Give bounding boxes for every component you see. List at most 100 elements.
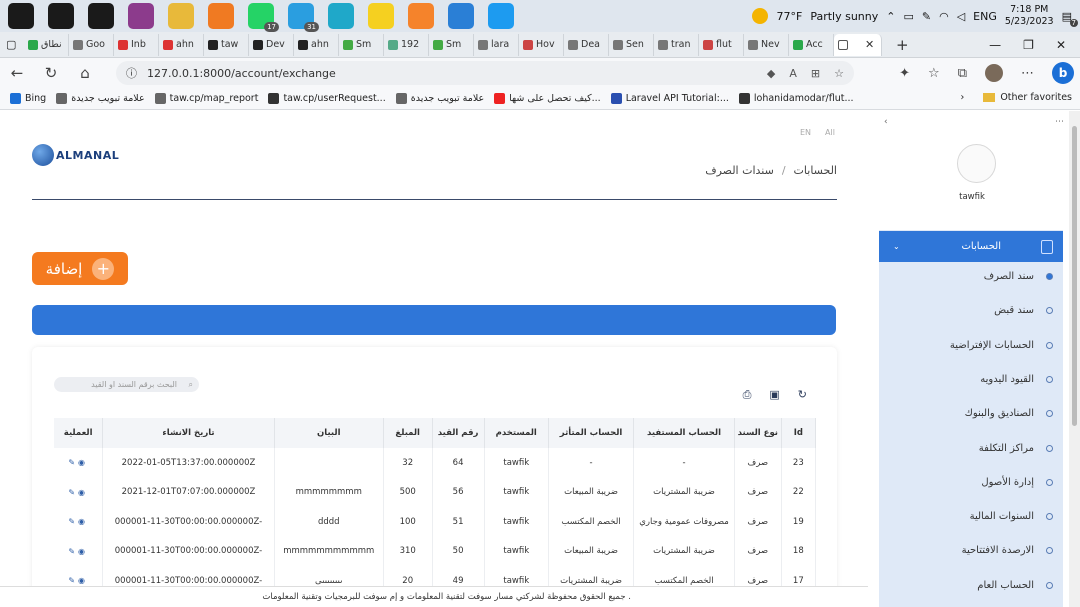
browser-tab[interactable]: flut	[699, 33, 744, 56]
add-button[interactable]: إضافة +	[32, 252, 128, 285]
collapse-sidebar-icon[interactable]: ‹	[884, 117, 888, 127]
lang-en-link[interactable]: EN	[800, 128, 811, 137]
apps-icon[interactable]: ⊞	[811, 67, 820, 80]
bookmark-item[interactable]: taw.cp/map_report	[154, 93, 258, 104]
close-icon[interactable]: ✕	[865, 38, 874, 51]
maximize-button[interactable]: ❐	[1023, 38, 1034, 52]
edit-icon[interactable]: ✎	[68, 517, 78, 526]
wifi-icon[interactable]: ◠	[939, 10, 949, 23]
table-row[interactable]: ✎◉ 000001-11-30T00:00:00.000000Z-dddd 100 5…	[54, 507, 817, 537]
column-header[interactable]: الحساب المتأثر	[548, 418, 635, 448]
sidebar-item[interactable]: الصناديق والبنوك	[893, 408, 1053, 419]
more-menu-icon[interactable]: ⋯	[1021, 66, 1034, 81]
refresh-icon[interactable]: ↻	[798, 388, 807, 402]
browser-tab[interactable]: taw	[204, 33, 249, 56]
column-header[interactable]: Id	[781, 418, 817, 448]
column-header[interactable]: رقم القيد	[432, 418, 485, 448]
edit-icon[interactable]: ✎	[68, 458, 78, 467]
browser-tab[interactable]: Sm	[429, 33, 474, 56]
browser-tab[interactable]: ahn	[159, 33, 204, 56]
sidebar-item[interactable]: السنوات المالية	[893, 511, 1053, 522]
browser-tab[interactable]: lara	[474, 33, 519, 56]
view-icon[interactable]: ◉	[78, 488, 88, 497]
tab-active[interactable]: ✕	[834, 33, 882, 56]
edit-icon[interactable]: ✎	[68, 488, 78, 497]
view-icon[interactable]: ◉	[78, 547, 88, 556]
tag-icon[interactable]: ◆	[767, 67, 775, 80]
page-scrollbar[interactable]	[1069, 111, 1080, 607]
info-icon[interactable]: ⓘ	[126, 65, 137, 81]
pen-icon[interactable]: ✎	[922, 10, 931, 23]
new-tab-button[interactable]: +	[896, 36, 909, 54]
browser-tab[interactable]: Dea	[564, 33, 609, 56]
table-row[interactable]: ✎◉ 2021-12-01T07:07:00.000000Z mmmmmmmm 500…	[54, 477, 817, 507]
favorite-star-icon[interactable]: ☆	[834, 67, 844, 80]
print-icon[interactable]: ⎙	[743, 388, 752, 402]
browser-tab[interactable]: 192	[384, 33, 429, 56]
sidebar-item[interactable]: الارصدة الافتتاحية	[893, 545, 1053, 556]
chevron-right-icon[interactable]: ›	[961, 92, 965, 103]
whatsapp-icon[interactable]: 17	[248, 3, 279, 32]
browser-tab[interactable]: نطاق	[24, 33, 69, 56]
weather-desc[interactable]: Partly sunny	[810, 10, 878, 23]
browser-tab[interactable]: tran	[654, 33, 699, 56]
bookmark-item[interactable]: Laravel API Tutorial:...	[610, 93, 729, 104]
edit-icon[interactable]: ✎	[68, 547, 78, 556]
bookmark-item[interactable]: كيف تحصل على شها...	[494, 93, 601, 104]
back-button[interactable]: ←	[0, 64, 34, 82]
vscode-icon[interactable]	[448, 3, 474, 29]
url-text[interactable]: 127.0.0.1:8000/account/exchange	[147, 67, 336, 80]
browser-tab[interactable]: ahn	[294, 33, 339, 56]
sidebar-item[interactable]: سند الصرف	[893, 271, 1053, 282]
browser-tab[interactable]: Nev	[744, 33, 789, 56]
table-row[interactable]: ✎◉ 2022-01-05T13:37:00.000000Z 32 64 tawfik -…	[54, 448, 817, 478]
column-header[interactable]: الحساب المستفيد	[633, 418, 735, 448]
task-view-icon[interactable]	[88, 3, 114, 29]
lang-all-link[interactable]: All	[825, 128, 835, 137]
view-icon[interactable]: ◉	[78, 576, 88, 585]
browser-tab[interactable]: Hov	[519, 33, 564, 56]
language-indicator[interactable]: ENG	[973, 10, 997, 23]
company-logo[interactable]: ALMANAL	[32, 144, 119, 166]
sidebar-item[interactable]: مراكز التكلفة	[893, 443, 1053, 454]
column-header[interactable]: العملية	[54, 418, 104, 448]
browser-tab[interactable]: Sm	[339, 33, 384, 56]
bing-chat-button[interactable]: b	[1052, 62, 1074, 84]
profile-avatar[interactable]	[985, 64, 1003, 82]
sidebar-item[interactable]: القيود اليدويه	[893, 374, 1053, 385]
tab-actions-icon[interactable]: ▢	[6, 38, 24, 51]
avatar[interactable]	[957, 144, 996, 183]
address-bar[interactable]: ⓘ 127.0.0.1:8000/account/exchange ◆ A ⊞ …	[116, 61, 854, 85]
weather-icon[interactable]	[752, 8, 769, 24]
bookmark-item[interactable]: lohanidamodar/flut...	[738, 93, 854, 104]
bookmark-item[interactable]: taw.cp/userRequest...	[268, 93, 386, 104]
scrollbar-thumb[interactable]	[1072, 126, 1077, 426]
window-close-button[interactable]: ✕	[1056, 38, 1066, 52]
bookmark-item[interactable]: Bing	[10, 93, 46, 104]
read-aloud-icon[interactable]: A	[789, 67, 797, 80]
search-input[interactable]: البحث برقم السند او القيد ⌕	[54, 377, 199, 392]
column-header[interactable]: المستخدم	[484, 418, 549, 448]
browser-tab[interactable]: Dev	[249, 33, 294, 56]
refresh-button[interactable]: ↻	[34, 64, 68, 82]
browser-tab[interactable]: Sen	[609, 33, 654, 56]
breadcrumb-root[interactable]: الحسابات	[794, 164, 837, 177]
column-header[interactable]: تاريخ الانشاء	[102, 418, 275, 448]
table-row[interactable]: ✎◉ 000001-11-30T00:00:00.000000Z-mmmmmmmm…	[54, 536, 817, 566]
windows-start-icon[interactable]	[8, 3, 34, 29]
column-header[interactable]: البيان	[274, 418, 384, 448]
browser-tab[interactable]: Acc	[789, 33, 834, 56]
column-header[interactable]: المبلغ	[383, 418, 433, 448]
edit-icon[interactable]: ✎	[68, 576, 78, 585]
browser-tab[interactable]: Goo	[69, 33, 114, 56]
favorites-icon[interactable]: ☆	[928, 66, 940, 81]
sidebar-item[interactable]: الحساب العام	[893, 580, 1053, 591]
view-icon[interactable]: ◉	[78, 517, 88, 526]
sidebar-item-accounts[interactable]: ⌄ الحسابات	[879, 231, 1063, 262]
twitter-icon[interactable]	[488, 3, 514, 29]
sticky-notes-icon[interactable]	[368, 3, 394, 29]
edge-icon[interactable]	[328, 3, 354, 29]
column-header[interactable]: نوع السند	[734, 418, 782, 448]
postman-icon[interactable]	[408, 3, 434, 29]
search-icon[interactable]	[48, 3, 74, 29]
